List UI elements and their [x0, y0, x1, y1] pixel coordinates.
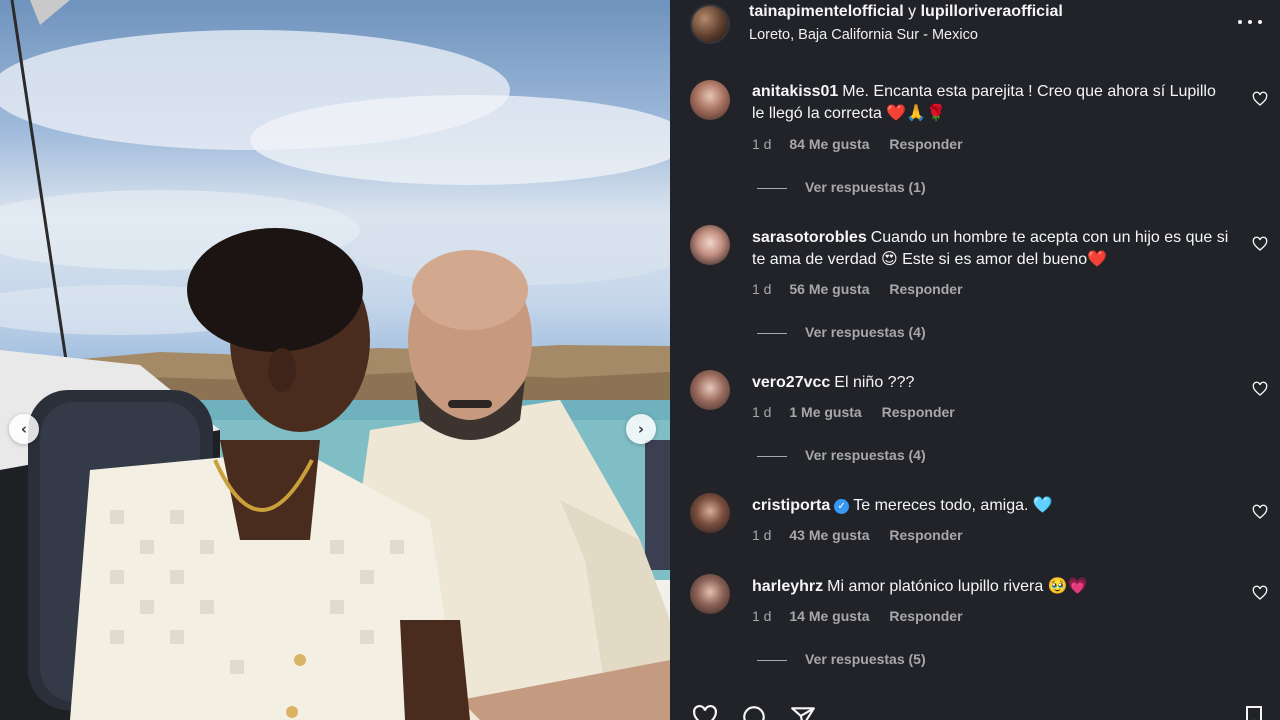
- heart-outline-icon[interactable]: [1252, 236, 1268, 252]
- comment-text-block: vero27vcc El niño ???: [752, 372, 1232, 394]
- comment-username[interactable]: cristiporta: [752, 497, 830, 514]
- post-header: tainapimentelofficial y lupilloriveraoff…: [670, 0, 1280, 64]
- commenter-avatar[interactable]: [690, 80, 730, 120]
- view-replies-label: Ver respuestas (5): [805, 651, 926, 667]
- authors-conjunction: y: [908, 3, 917, 20]
- comment-text-block: cristiporta ✓ Te mereces todo, amiga. 🩵: [752, 495, 1232, 517]
- comment-body: El niño ???: [834, 374, 915, 391]
- chevron-right-icon: ›: [637, 420, 645, 438]
- heart-outline-icon[interactable]: [1252, 91, 1268, 107]
- comment-body: Te mereces todo, amiga. 🩵: [853, 497, 1053, 514]
- comment-username[interactable]: anitakiss01: [752, 83, 838, 100]
- commenter-avatar[interactable]: [690, 574, 730, 614]
- verified-badge-icon: ✓: [834, 499, 850, 514]
- comment-meta: 1 d 14 Me gusta Responder: [752, 608, 979, 624]
- comment-time: 1 d: [752, 527, 772, 543]
- comment-body: Mi amor platónico lupillo rivera 🥹💗: [827, 578, 1088, 595]
- post-location[interactable]: Loreto, Baja California Sur - Mexico: [749, 27, 978, 43]
- share-icon[interactable]: [788, 704, 818, 720]
- comment-meta: 1 d 43 Me gusta Responder: [752, 527, 979, 543]
- comment-time: 1 d: [752, 404, 772, 420]
- heart-outline-icon[interactable]: [1252, 381, 1268, 397]
- reply-button[interactable]: Responder: [889, 608, 962, 624]
- carousel-prev-button[interactable]: ‹: [9, 414, 39, 444]
- chevron-left-icon: ‹: [20, 420, 28, 438]
- view-replies-label: Ver respuestas (4): [805, 447, 926, 463]
- comment-time: 1 d: [752, 136, 772, 152]
- comment-likes[interactable]: 43 Me gusta: [789, 527, 869, 543]
- view-replies-button[interactable]: Ver respuestas (4): [757, 447, 926, 463]
- author-username-secondary[interactable]: lupilloriveraofficial: [921, 3, 1063, 20]
- author-avatar[interactable]: [690, 4, 730, 44]
- comment-username[interactable]: vero27vcc: [752, 374, 830, 391]
- post-photo[interactable]: ‹ ›: [0, 0, 670, 720]
- comment-likes[interactable]: 56 Me gusta: [789, 281, 869, 297]
- comment-time: 1 d: [752, 608, 772, 624]
- reply-button[interactable]: Responder: [889, 527, 962, 543]
- heart-outline-icon[interactable]: [690, 704, 720, 720]
- heart-outline-icon[interactable]: [1252, 504, 1268, 520]
- view-replies-label: Ver respuestas (4): [805, 324, 926, 340]
- commenter-avatar[interactable]: [690, 370, 730, 410]
- carousel-next-button[interactable]: ›: [626, 414, 656, 444]
- post-side-panel: tainapimentelofficial y lupilloriveraoff…: [670, 0, 1280, 720]
- commenter-avatar[interactable]: [690, 225, 730, 265]
- comment-time: 1 d: [752, 281, 772, 297]
- view-replies-label: Ver respuestas (1): [805, 179, 926, 195]
- comment-text-block: anitakiss01 Me. Encanta esta parejita ! C…: [752, 81, 1232, 125]
- comment-likes[interactable]: 1 Me gusta: [789, 404, 861, 420]
- post-authors: tainapimentelofficial y lupilloriveraoff…: [749, 3, 1063, 21]
- photo-illustration: [0, 0, 670, 720]
- author-username-primary[interactable]: tainapimentelofficial: [749, 3, 904, 20]
- more-options-icon[interactable]: [1238, 10, 1262, 34]
- comment-meta: 1 d 84 Me gusta Responder: [752, 136, 979, 152]
- view-replies-button[interactable]: Ver respuestas (1): [757, 179, 926, 195]
- reply-button[interactable]: Responder: [882, 404, 955, 420]
- heart-outline-icon[interactable]: [1252, 585, 1268, 601]
- comment-username[interactable]: harleyhrz: [752, 578, 823, 595]
- commenter-avatar[interactable]: [690, 493, 730, 533]
- reply-button[interactable]: Responder: [889, 281, 962, 297]
- comment-icon[interactable]: [739, 704, 769, 720]
- post-action-bar: [670, 700, 1280, 720]
- view-replies-button[interactable]: Ver respuestas (5): [757, 651, 926, 667]
- comment-username[interactable]: sarasotorobles: [752, 229, 867, 246]
- comment-likes[interactable]: 14 Me gusta: [789, 608, 869, 624]
- comment-likes[interactable]: 84 Me gusta: [789, 136, 869, 152]
- reply-button[interactable]: Responder: [889, 136, 962, 152]
- comment-text-block: sarasotorobles Cuando un hombre te acepta…: [752, 227, 1232, 271]
- comment-text-block: harleyhrz Mi amor platónico lupillo river…: [752, 576, 1232, 598]
- bookmark-icon[interactable]: [1242, 704, 1266, 720]
- comment-meta: 1 d 56 Me gusta Responder: [752, 281, 979, 297]
- view-replies-button[interactable]: Ver respuestas (4): [757, 324, 926, 340]
- comment-meta: 1 d 1 Me gusta Responder: [752, 404, 971, 420]
